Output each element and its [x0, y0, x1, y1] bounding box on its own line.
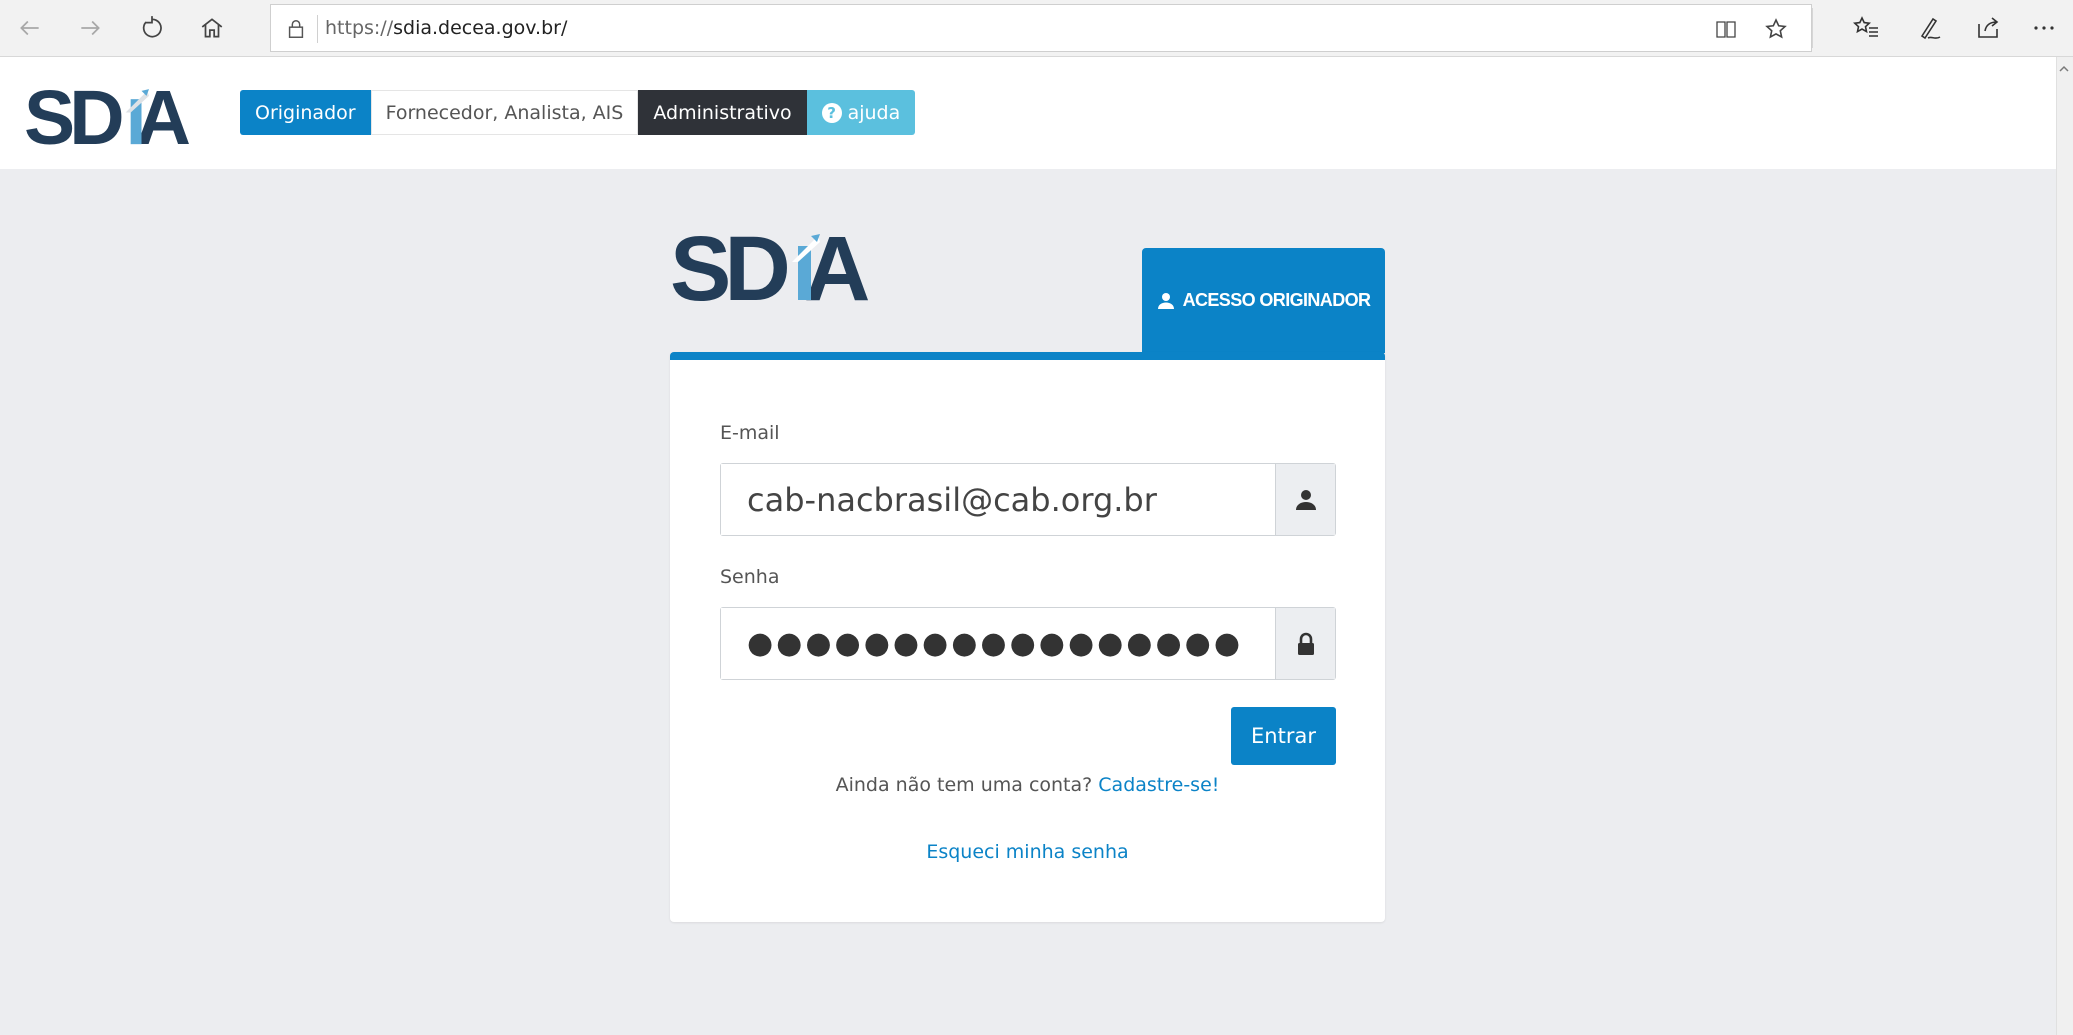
star-icon[interactable]	[1761, 15, 1791, 43]
login-card: E-mail Senha Entrar Ainda não tem uma co…	[670, 352, 1385, 922]
tab-ajuda-label: ajuda	[847, 101, 901, 124]
address-divider	[317, 15, 318, 43]
forgot-password-link[interactable]: Esqueci minha senha	[670, 841, 1385, 863]
signup-line: Ainda não tem uma conta? Cadastre-se!	[670, 774, 1385, 796]
page-scrollbar[interactable]	[2056, 57, 2073, 1035]
tab-originador[interactable]: Originador	[240, 90, 371, 135]
share-icon[interactable]	[1968, 10, 2008, 46]
app-header: SD A Originador Fornecedor, Analista, AI…	[0, 57, 2056, 169]
entrar-button[interactable]: Entrar	[1231, 707, 1336, 765]
url-host: sdia.decea.gov.br/	[393, 17, 568, 39]
scroll-up-icon[interactable]	[2057, 62, 2071, 76]
browser-toolbar: https://sdia.decea.gov.br/	[0, 0, 2073, 57]
forward-arrow-icon[interactable]	[68, 8, 112, 48]
tab-administrativo[interactable]: Administrativo	[638, 90, 807, 135]
tab-acesso-originador[interactable]: ACESSO ORIGINADOR	[1142, 248, 1385, 353]
lock-icon	[1297, 632, 1314, 655]
question-circle-icon: ?	[821, 102, 842, 123]
signup-link[interactable]: Cadastre-se!	[1098, 774, 1219, 796]
access-tab-label: ACESSO ORIGINADOR	[1182, 290, 1371, 310]
address-bar[interactable]: https://sdia.decea.gov.br/	[270, 4, 1812, 52]
refresh-icon[interactable]	[130, 8, 174, 48]
pen-icon[interactable]	[1910, 10, 1950, 46]
url-protocol: https://	[325, 17, 394, 39]
back-arrow-icon[interactable]	[8, 8, 52, 48]
email-field[interactable]	[721, 464, 1275, 535]
lock-icon	[288, 20, 304, 38]
svg-text:SD: SD	[670, 222, 787, 308]
sdia-logo[interactable]: SD A	[24, 79, 214, 151]
password-input-group	[720, 607, 1336, 680]
tab-ajuda[interactable]: ? ajuda	[806, 90, 916, 135]
sdia-logo-large: SD A	[670, 222, 870, 308]
reading-view-icon[interactable]	[1711, 15, 1741, 43]
password-addon	[1275, 608, 1335, 679]
favorites-icon[interactable]	[1846, 10, 1886, 46]
url-text[interactable]: https://sdia.decea.gov.br/	[325, 17, 567, 39]
password-field[interactable]	[721, 608, 1275, 679]
email-label: E-mail	[720, 422, 780, 444]
svg-text:A: A	[804, 222, 870, 308]
svg-text:SD: SD	[24, 79, 122, 151]
password-label: Senha	[720, 566, 780, 588]
more-icon[interactable]	[2024, 10, 2064, 46]
user-icon	[1295, 489, 1316, 510]
toolbar-separator	[1812, 8, 1813, 48]
home-icon[interactable]	[190, 8, 234, 48]
email-addon	[1275, 464, 1335, 535]
email-input-group	[720, 463, 1336, 536]
user-icon	[1157, 292, 1174, 309]
role-tabs: Originador Fornecedor, Analista, AIS Adm…	[240, 90, 916, 135]
tab-fornecedor-analista-ais[interactable]: Fornecedor, Analista, AIS	[370, 90, 639, 135]
signup-prompt: Ainda não tem uma conta?	[835, 774, 1093, 796]
svg-text:A: A	[136, 79, 191, 151]
